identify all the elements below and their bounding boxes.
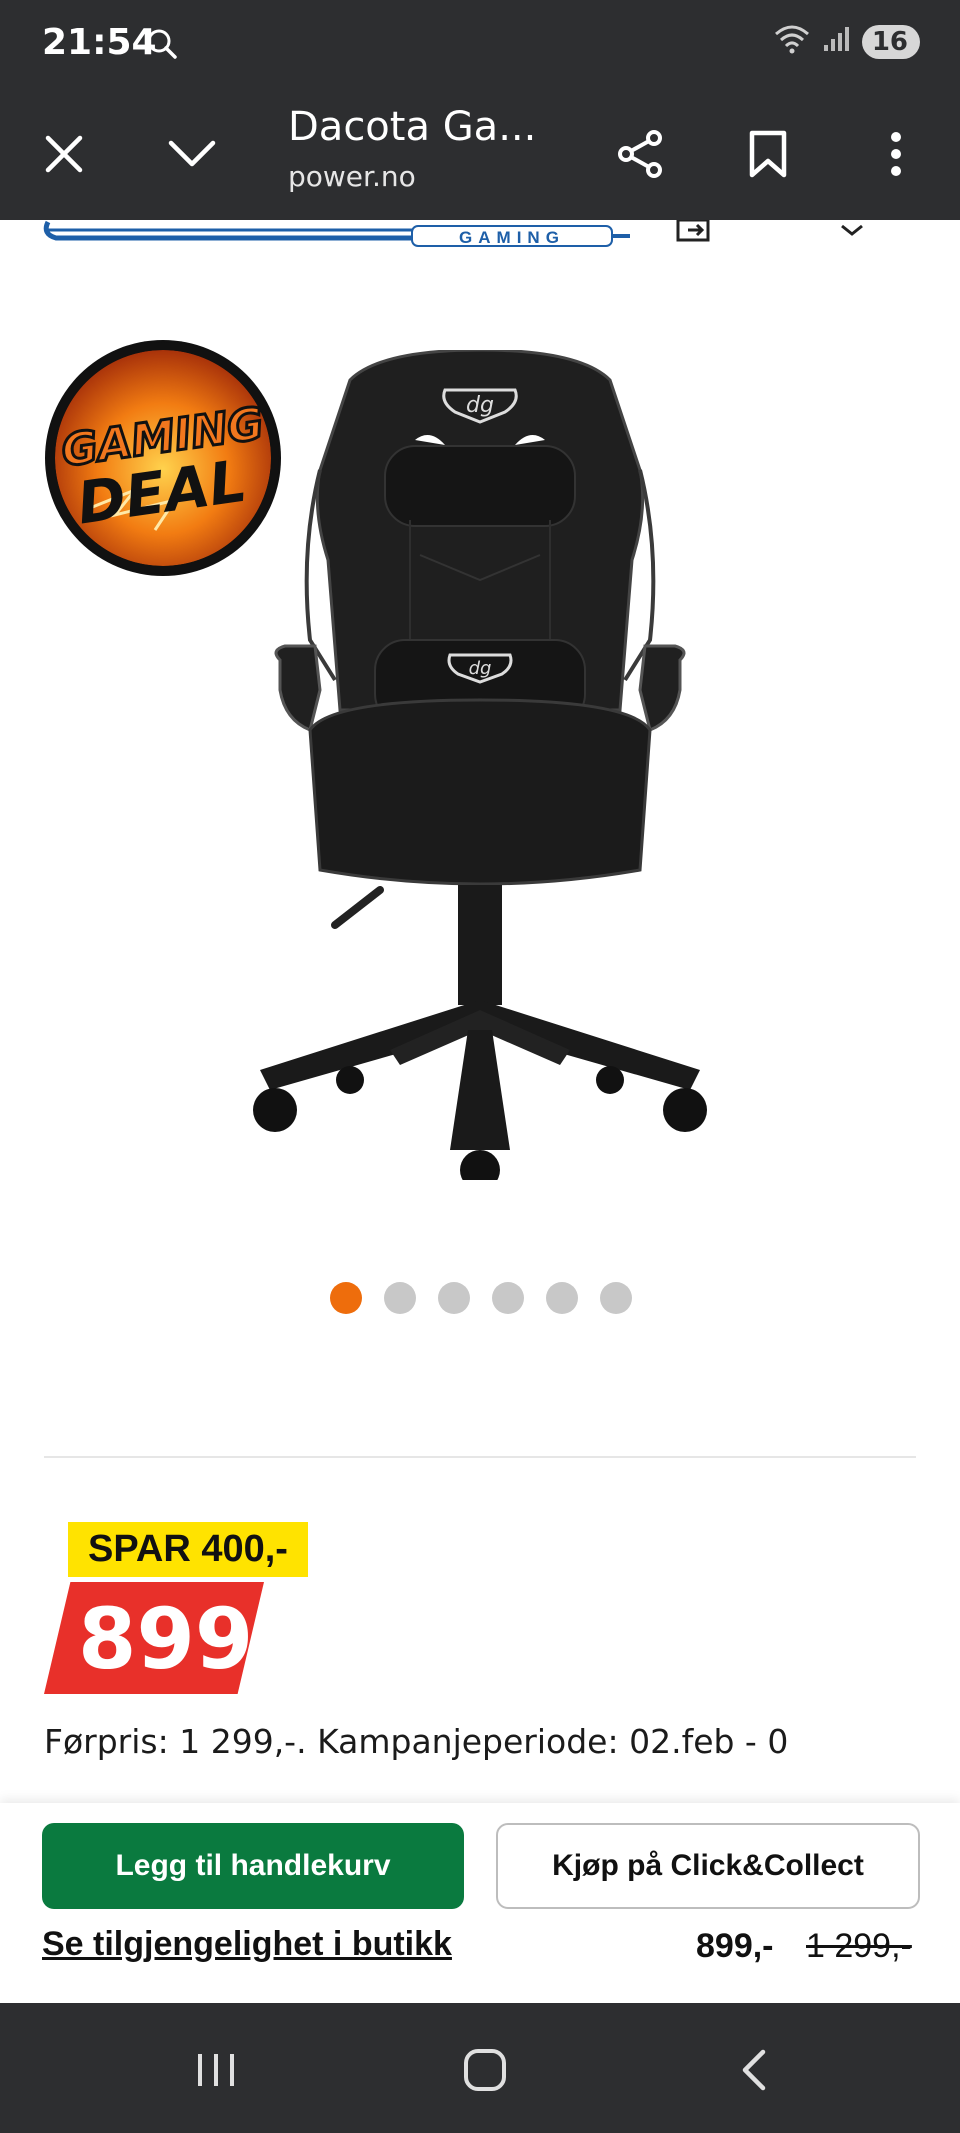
page-url[interactable]: power.no xyxy=(288,160,416,193)
battery-indicator: 16 xyxy=(861,24,920,59)
carousel-dot-2[interactable] xyxy=(384,1282,416,1314)
status-bar: 21:54 16 xyxy=(0,0,960,88)
status-indicators: 16 xyxy=(774,24,920,59)
search-icon xyxy=(146,28,178,65)
brand-sub-label: GAMING xyxy=(459,228,565,247)
chair-logo-bottom: dg xyxy=(469,658,492,679)
brand-logo: GAMING xyxy=(42,220,632,248)
compare-icon xyxy=(676,220,710,242)
close-icon[interactable] xyxy=(34,124,94,184)
more-options-icon[interactable] xyxy=(866,124,926,184)
availability-link[interactable]: Se tilgjengelighet i butikk xyxy=(42,1925,452,1964)
chevron-down-icon[interactable] xyxy=(162,124,222,184)
product-image[interactable]: dg dg xyxy=(240,348,720,1190)
partial-icons xyxy=(670,220,890,255)
wifi-icon xyxy=(774,24,810,59)
save-badge: SPAR 400,- xyxy=(68,1522,308,1577)
chair-logo-top: dg xyxy=(466,393,494,418)
carousel-dot-5[interactable] xyxy=(546,1282,578,1314)
heart-icon xyxy=(841,224,863,236)
back-icon[interactable] xyxy=(724,2045,784,2095)
panel-price: 899,- xyxy=(696,1927,774,1965)
signal-icon xyxy=(822,25,850,58)
add-to-cart-button[interactable]: Legg til handlekurv xyxy=(42,1823,464,1909)
carousel-dot-1[interactable] xyxy=(330,1282,362,1314)
carousel-dot-3[interactable] xyxy=(438,1282,470,1314)
bookmark-icon[interactable] xyxy=(738,124,798,184)
carousel-dot-4[interactable] xyxy=(492,1282,524,1314)
page-title[interactable]: Dacota Ga... xyxy=(288,104,536,150)
click-collect-button[interactable]: Kjøp på Click&Collect xyxy=(496,1823,920,1909)
page-content: GAMING GAMING DEAL dg dg SPAR 400,- 899 … xyxy=(0,220,960,1803)
system-nav-bar xyxy=(0,2003,960,2133)
status-time: 21:54 xyxy=(42,22,157,63)
browser-toolbar: Dacota Ga... power.no xyxy=(0,88,960,220)
carousel-dot-6[interactable] xyxy=(600,1282,632,1314)
home-icon[interactable] xyxy=(455,2045,515,2095)
share-icon[interactable] xyxy=(610,124,670,184)
panel-old-price: 1 299,- xyxy=(806,1927,912,1965)
divider xyxy=(44,1456,916,1458)
action-panel: Legg til handlekurv Kjøp på Click&Collec… xyxy=(0,1803,960,2003)
price-value: 899 xyxy=(78,1590,254,1688)
recent-apps-icon[interactable] xyxy=(186,2045,246,2095)
previous-price-text: Førpris: 1 299,-. Kampanjeperiode: 02.fe… xyxy=(44,1722,789,1761)
carousel-dots xyxy=(330,1282,632,1314)
